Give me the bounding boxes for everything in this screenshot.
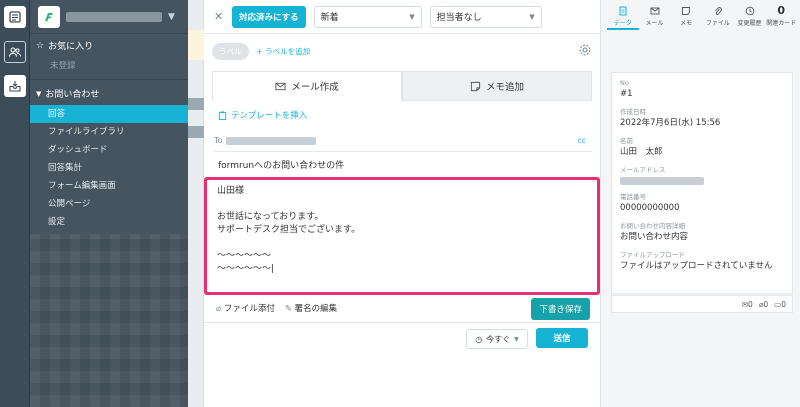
card-detail-panel: ✕ 対応済みにする 新着 ▼ 担当者なし ▼ ラベル + ラベルを追加 メール作成 … bbox=[204, 0, 600, 407]
field-inquiry-detail: お問い合わせ内容詳細 お問い合わせ内容 bbox=[620, 222, 689, 242]
tab-mail[interactable]: メール bbox=[639, 4, 671, 30]
list-header-bar bbox=[188, 98, 204, 110]
pencil-icon: ✎ bbox=[284, 304, 292, 314]
sidebar-item-public-page[interactable]: 公開ページ bbox=[30, 195, 188, 213]
workspace-name-redacted bbox=[66, 11, 162, 22]
related-cards-count: 0 bbox=[777, 4, 786, 17]
tab-add-memo[interactable]: メモ追加 bbox=[402, 71, 592, 101]
data-card: No #1 作成日時 2022年7月6日(水) 15:56 名前 山田 太郎 メ… bbox=[611, 72, 793, 294]
gear-icon[interactable] bbox=[578, 43, 592, 57]
inquiries-section[interactable]: ▼ お問い合わせ bbox=[30, 82, 188, 105]
favorites-empty-text: 未登録 bbox=[50, 61, 76, 71]
list-header-bar bbox=[188, 126, 204, 138]
subject-field[interactable]: formrunへのお問い合わせの件 bbox=[218, 158, 344, 171]
save-draft-button[interactable]: 下書き保存 bbox=[531, 298, 590, 320]
notice-banner bbox=[188, 30, 204, 60]
clipboard-icon bbox=[218, 110, 227, 120]
mail-body-textarea[interactable]: 山田様 お世話になっております。 サポートデスク担当でございます。 〜〜〜〜〜〜… bbox=[204, 177, 600, 295]
tab-history[interactable]: 変更履歴 bbox=[734, 4, 766, 30]
add-label-link[interactable]: + ラベルを追加 bbox=[257, 46, 311, 57]
field-name: 名前 山田 太郎 bbox=[620, 137, 663, 157]
card-list-strip bbox=[188, 0, 204, 407]
sidebar-item-form-editor[interactable]: フォーム編集画面 bbox=[30, 177, 188, 195]
memo-icon bbox=[682, 6, 691, 15]
field-file-upload: ファイルアップロード ファイルはアップロードされていません bbox=[620, 251, 773, 271]
field-no: No #1 bbox=[620, 79, 633, 99]
status-select[interactable]: 新着 ▼ bbox=[313, 5, 422, 28]
file-count: ⌀0 bbox=[758, 299, 769, 309]
tab-memo[interactable]: メモ bbox=[670, 4, 702, 30]
to-field[interactable]: To cc bbox=[214, 130, 592, 152]
field-created-at: 作成日時 2022年7月6日(水) 15:56 bbox=[620, 108, 721, 128]
assignee-select[interactable]: 担当者なし ▼ bbox=[429, 5, 542, 28]
schedule-select[interactable]: ◷ 今すぐ ▼ bbox=[466, 329, 528, 349]
email-redacted bbox=[620, 177, 704, 185]
tab-related-cards[interactable]: 0 関連カード bbox=[765, 4, 797, 30]
info-panel: データ メール メモ ファイル 変更履歴 0 関連カード No #1 作成日時 bbox=[600, 0, 800, 407]
clock-icon bbox=[745, 6, 754, 15]
field-email: メールアドレス bbox=[612, 164, 792, 185]
workspace-header[interactable]: ▼ bbox=[30, 0, 188, 34]
chevron-down-icon: ▼ bbox=[409, 12, 415, 21]
sidebar-item-dashboard[interactable]: ダッシュボード bbox=[30, 141, 188, 159]
users-icon[interactable] bbox=[4, 41, 26, 63]
card-counts: ✉0 ⌀0 ▭0 bbox=[611, 295, 793, 313]
sidebar-item-settings[interactable]: 設定 bbox=[30, 213, 188, 231]
compose-tabs: メール作成 メモ追加 bbox=[212, 71, 592, 101]
sidebar: ▼ ☆ お気に入り 未登録 ▼ お問い合わせ 回答 ファイルライブラリ ダッシュ… bbox=[30, 0, 188, 407]
detail-topbar: ✕ 対応済みにする 新着 ▼ 担当者なし ▼ bbox=[204, 0, 600, 34]
recipient-email-redacted bbox=[226, 136, 317, 145]
info-tabs: データ メール メモ ファイル 変更履歴 0 関連カード bbox=[607, 4, 797, 30]
app-menu-icon[interactable] bbox=[4, 6, 26, 28]
sidebar-item-file-library[interactable]: ファイルライブラリ bbox=[30, 123, 188, 141]
attach-file-button[interactable]: ⌀ ファイル添付 bbox=[216, 302, 275, 314]
favorites-section[interactable]: ☆ お気に入り bbox=[30, 34, 188, 57]
memo-icon bbox=[470, 81, 481, 91]
tab-data[interactable]: データ bbox=[607, 4, 639, 30]
icon-rail bbox=[0, 0, 30, 407]
sidebar-item-responses[interactable]: 回答 bbox=[30, 105, 188, 123]
chevron-down-icon[interactable]: ▼ bbox=[168, 12, 175, 22]
tab-file[interactable]: ファイル bbox=[702, 4, 734, 30]
paperclip-icon: ⌀ bbox=[216, 304, 222, 314]
mail-body-text: 山田様 お世話になっております。 サポートデスク担当でございます。 〜〜〜〜〜〜… bbox=[217, 186, 361, 274]
close-icon[interactable]: ✕ bbox=[214, 10, 224, 23]
memo-count: ▭0 bbox=[774, 299, 786, 309]
mail-count: ✉0 bbox=[741, 299, 753, 309]
star-icon: ☆ bbox=[36, 40, 45, 51]
edit-signature-button[interactable]: ✎ 署名の編集 bbox=[285, 302, 337, 314]
send-button[interactable]: 送信 bbox=[536, 328, 588, 348]
tab-compose-mail[interactable]: メール作成 bbox=[212, 71, 402, 101]
clock-icon: ◷ bbox=[475, 334, 483, 344]
caret-down-icon: ▼ bbox=[36, 89, 42, 98]
chevron-down-icon: ▼ bbox=[529, 12, 535, 21]
mark-resolved-button[interactable]: 対応済みにする bbox=[232, 5, 306, 28]
label-pill[interactable]: ラベル bbox=[212, 42, 249, 60]
sidebar-item-response-stats[interactable]: 回答集計 bbox=[30, 159, 188, 177]
inbox-icon[interactable] bbox=[4, 75, 26, 97]
cc-link[interactable]: cc bbox=[578, 136, 586, 145]
formrun-logo-icon bbox=[38, 5, 60, 28]
chevron-down-icon: ▼ bbox=[514, 335, 519, 343]
mail-icon bbox=[650, 7, 659, 14]
divider bbox=[30, 79, 188, 80]
paperclip-icon bbox=[714, 6, 722, 15]
send-row: ◷ 今すぐ ▼ 送信 bbox=[204, 322, 600, 350]
document-icon bbox=[619, 6, 627, 15]
field-phone: 電話番号 00000000000 bbox=[620, 193, 680, 213]
insert-template-link[interactable]: テンプレートを挿入 bbox=[218, 109, 307, 121]
redacted-sidebar-area bbox=[30, 234, 188, 407]
label-row: ラベル + ラベルを追加 bbox=[212, 42, 592, 60]
mail-icon bbox=[275, 82, 286, 90]
